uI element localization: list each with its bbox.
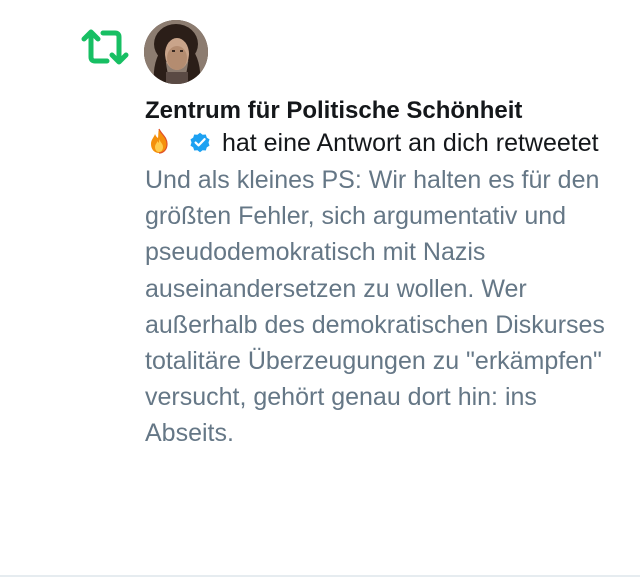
avatar[interactable]	[144, 20, 208, 84]
avatar-image	[144, 20, 208, 84]
retweet-icon	[81, 29, 129, 65]
notification-content: Zentrum für Politische Schönheit hat ein…	[145, 94, 625, 452]
tweet-text[interactable]: Und als kleines PS: Wir halten es für de…	[145, 162, 615, 452]
verified-badge-icon	[190, 132, 210, 153]
fire-emoji-icon	[151, 128, 168, 154]
action-line: hat eine Antwort an dich retweetet	[145, 127, 625, 160]
retweet-notification[interactable]: Zentrum für Politische Schönheit hat ein…	[0, 0, 640, 577]
account-name[interactable]: Zentrum für Politische Schönheit	[145, 94, 625, 127]
action-text: hat eine Antwort an dich retweetet	[221, 129, 599, 157]
